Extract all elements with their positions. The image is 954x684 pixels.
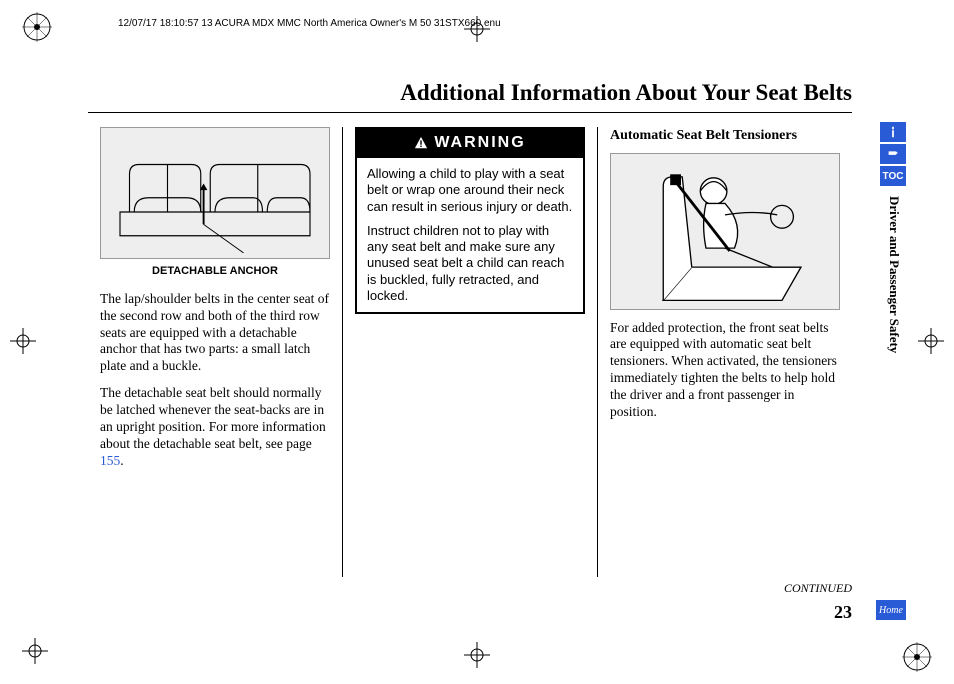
- warning-text: Allowing a child to play with a seat bel…: [367, 166, 573, 215]
- print-job-header: 12/07/17 18:10:57 13 ACURA MDX MMC North…: [118, 18, 501, 29]
- three-column-layout: DETACHABLE ANCHOR The lap/shoulder belts…: [88, 127, 852, 577]
- body-paragraph: The detachable seat belt should normally…: [100, 385, 330, 469]
- page-number: 23: [88, 602, 852, 623]
- warning-text: Instruct children not to play with any s…: [367, 223, 573, 304]
- warning-heading: WARNING: [357, 129, 583, 158]
- warning-label: WARNING: [434, 133, 525, 153]
- subheading: Automatic Seat Belt Tensioners: [610, 127, 840, 145]
- page-cross-reference-link[interactable]: 155: [100, 453, 120, 468]
- page-title: Additional Information About Your Seat B…: [88, 80, 852, 106]
- body-text: The detachable seat belt should normally…: [100, 385, 326, 451]
- seat-anchor-illustration: [100, 127, 330, 259]
- body-paragraph: For added protection, the front seat bel…: [610, 320, 840, 421]
- warning-box: WARNING Allowing a child to play with a …: [355, 127, 585, 314]
- crop-mark-icon: [464, 16, 490, 42]
- seat-tensioner-illustration: [610, 153, 840, 310]
- illustration-caption: DETACHABLE ANCHOR: [100, 265, 330, 279]
- body-text: .: [120, 453, 123, 468]
- body-paragraph: The lap/shoulder belts in the center sea…: [100, 291, 330, 375]
- crop-mark-icon: [10, 328, 36, 354]
- page-content: Additional Information About Your Seat B…: [88, 60, 906, 634]
- registration-mark-icon: [22, 12, 52, 42]
- crop-mark-icon: [464, 642, 490, 668]
- continued-marker: CONTINUED: [88, 581, 852, 596]
- title-rule: [88, 112, 852, 113]
- warning-body: Allowing a child to play with a seat bel…: [357, 158, 583, 312]
- column-1: DETACHABLE ANCHOR The lap/shoulder belts…: [88, 127, 342, 577]
- warning-triangle-icon: [414, 136, 428, 150]
- crop-mark-icon: [22, 638, 48, 664]
- crop-mark-icon: [918, 328, 944, 354]
- column-3: Automatic Seat Belt Tensioners: [597, 127, 852, 577]
- column-2: WARNING Allowing a child to play with a …: [342, 127, 597, 577]
- registration-mark-icon: [902, 642, 932, 672]
